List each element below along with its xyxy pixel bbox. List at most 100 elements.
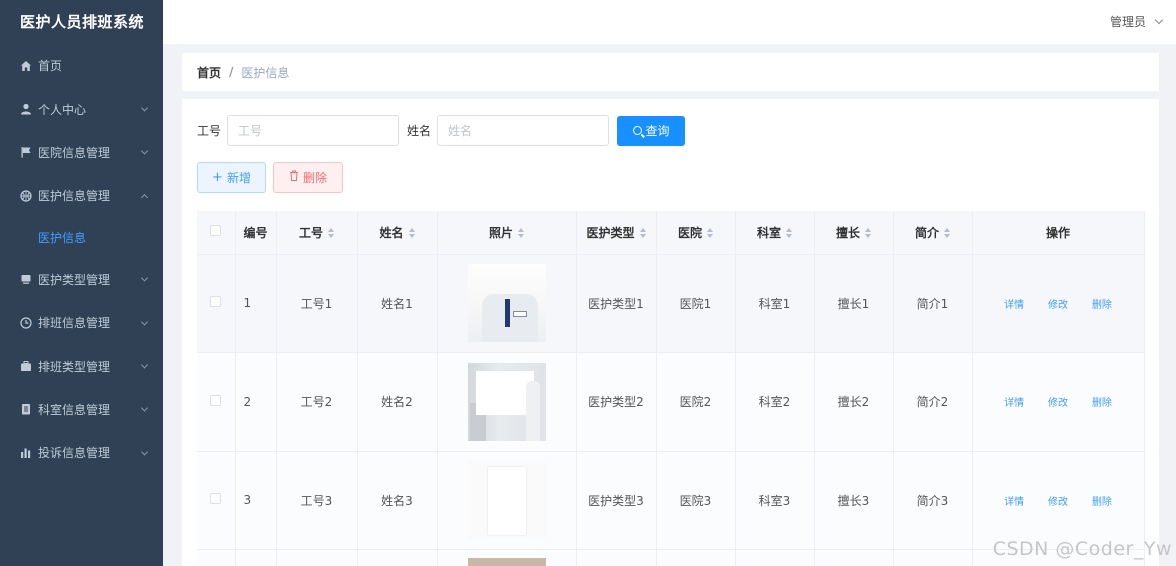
sidebar-item-medical-type[interactable]: 医护类型管理 — [0, 258, 163, 301]
cell-hospital — [656, 549, 736, 566]
cell-staff-no: 工号2 — [276, 352, 358, 452]
watermark: CSDN @Coder_Yw — [992, 538, 1172, 560]
add-button[interactable]: + 新增 — [197, 162, 266, 193]
staff-no-input[interactable] — [227, 115, 400, 146]
sidebar-item-label: 首页 — [38, 59, 63, 74]
cell-type: 医护类型1 — [576, 254, 657, 353]
row-checkbox[interactable] — [210, 296, 222, 307]
delete-button-label: 删除 — [302, 171, 327, 185]
cell-specialty — [814, 549, 894, 566]
detail-link[interactable]: 详情 — [1004, 300, 1024, 311]
column-header-specialty[interactable]: 擅长 — [814, 211, 894, 255]
chevron-down-icon — [140, 361, 149, 369]
row-select-cell[interactable] — [197, 352, 236, 452]
sort-icon[interactable] — [639, 228, 646, 239]
staff-photo[interactable] — [467, 461, 546, 539]
cell-specialty: 擅长2 — [814, 352, 894, 452]
sidebar-item-schedule-type[interactable]: 排班类型管理 — [0, 344, 163, 387]
cell-actions: 详情 修改 删除 — [972, 254, 1145, 353]
detail-link[interactable]: 详情 — [1004, 497, 1024, 508]
cell-photo — [437, 352, 577, 452]
column-header-type[interactable]: 医护类型 — [576, 211, 657, 255]
sidebar-item-personal-center[interactable]: 个人中心 — [0, 87, 163, 130]
chevron-up-icon — [140, 193, 149, 201]
sidebar-item-complaint-info[interactable]: 投诉信息管理 — [0, 431, 163, 474]
sidebar-item-label: 排班类型管理 — [38, 359, 111, 374]
sidebar-item-label: 医护类型管理 — [38, 272, 111, 287]
cell-department: 科室2 — [735, 352, 815, 452]
select-all-header[interactable] — [197, 211, 236, 255]
cell-staff-no — [276, 549, 358, 566]
column-header-label: 医院 — [677, 225, 702, 240]
cell-department: 科室3 — [735, 451, 815, 550]
cell-hospital: 医院1 — [656, 254, 736, 353]
column-header-intro[interactable]: 简介 — [893, 211, 973, 255]
column-header-department[interactable]: 科室 — [735, 211, 815, 255]
user-menu[interactable]: 管理员 — [1110, 13, 1164, 30]
edit-link[interactable]: 修改 — [1048, 398, 1068, 409]
delete-link[interactable]: 删除 — [1092, 300, 1112, 311]
row-checkbox[interactable] — [210, 394, 222, 406]
column-header-label: 简介 — [914, 225, 939, 240]
cell-department — [735, 549, 815, 566]
user-icon — [19, 103, 32, 116]
delete-link[interactable]: 删除 — [1092, 398, 1112, 409]
edit-link[interactable]: 修改 — [1048, 497, 1068, 508]
name-input[interactable] — [437, 115, 610, 146]
sidebar-item-department-info[interactable]: 科室信息管理 — [0, 388, 163, 431]
sidebar-item-label: 个人中心 — [38, 102, 87, 117]
sort-icon[interactable] — [518, 228, 524, 239]
sidebar-item-hospital-info[interactable]: 医院信息管理 — [0, 131, 163, 174]
cell-photo — [437, 451, 577, 550]
cell-name: 姓名2 — [357, 352, 438, 452]
staff-photo[interactable] — [467, 557, 546, 566]
column-header-staff-no[interactable]: 工号 — [276, 211, 358, 255]
column-header-hospital[interactable]: 医院 — [656, 211, 736, 255]
sidebar-item-medical-staff[interactable]: 医护信息管理 — [0, 174, 163, 217]
sort-icon[interactable] — [408, 228, 415, 239]
column-header-label: 姓名 — [379, 225, 404, 240]
table-row[interactable]: 2 工号2 姓名2 医护类型2 医院2 科室2 擅长2 简介2 详情 修改 删除 — [197, 352, 1145, 452]
row-select-cell[interactable] — [197, 254, 236, 353]
sidebar-item-schedule-info[interactable]: 排班信息管理 — [0, 301, 163, 344]
row-select-cell[interactable] — [197, 451, 236, 550]
delete-link[interactable]: 删除 — [1092, 497, 1112, 508]
sort-icon[interactable] — [944, 228, 950, 239]
table-row[interactable]: 3 工号3 姓名3 医护类型3 医院3 科室3 擅长3 简介3 详情 修改 删除 — [197, 451, 1145, 550]
select-all-checkbox[interactable] — [210, 225, 222, 237]
row-select-cell[interactable] — [197, 549, 236, 566]
sort-icon[interactable] — [707, 228, 713, 239]
cell-intro: 简介1 — [893, 254, 973, 353]
cell-type — [576, 549, 657, 566]
sort-icon[interactable] — [786, 228, 792, 239]
chevron-down-icon — [140, 274, 149, 282]
cell-photo — [437, 254, 577, 353]
query-button[interactable]: 查询 — [617, 115, 686, 146]
sidebar-item-home[interactable]: 首页 — [0, 44, 163, 87]
cell-type: 医护类型2 — [576, 352, 657, 452]
sort-icon[interactable] — [328, 228, 334, 239]
cell-intro — [893, 549, 973, 566]
cell-name: 姓名1 — [357, 254, 438, 353]
cell-intro: 简介3 — [893, 451, 973, 550]
column-header-label: 医护类型 — [586, 225, 635, 240]
breadcrumb-separator: / — [229, 65, 234, 79]
sidebar-subitem-medical-info[interactable]: 医护信息 — [0, 217, 163, 258]
home-icon — [19, 59, 32, 72]
document-icon — [19, 403, 32, 416]
table-row[interactable]: 1 工号1 姓名1 医护类型1 医院1 科室1 擅长1 简介1 详情 修改 删除 — [197, 254, 1145, 353]
sort-icon[interactable] — [865, 228, 871, 239]
cell-id — [235, 549, 277, 566]
edit-link[interactable]: 修改 — [1048, 300, 1068, 311]
chevron-down-icon — [140, 318, 149, 326]
breadcrumb-home[interactable]: 首页 — [197, 64, 221, 81]
column-header-name[interactable]: 姓名 — [357, 211, 438, 255]
sidebar-item-label: 医院信息管理 — [38, 145, 111, 160]
column-header-photo[interactable]: 照片 — [437, 211, 577, 255]
breadcrumb-current: 医护信息 — [241, 65, 290, 80]
delete-button[interactable]: 删除 — [273, 162, 343, 193]
staff-photo[interactable] — [467, 362, 546, 441]
row-checkbox[interactable] — [210, 493, 222, 504]
staff-photo[interactable] — [467, 264, 546, 342]
detail-link[interactable]: 详情 — [1004, 398, 1024, 409]
